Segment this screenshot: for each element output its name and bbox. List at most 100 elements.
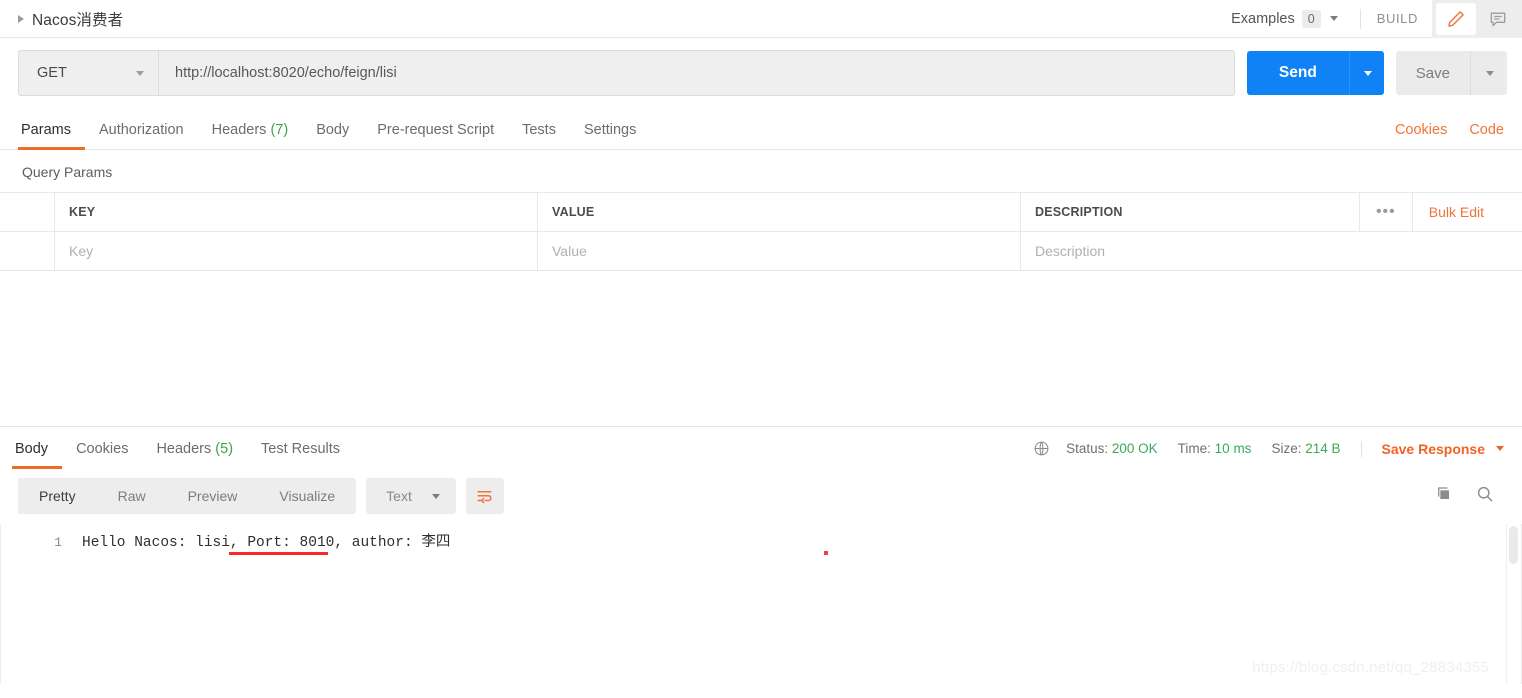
column-header-label: KEY xyxy=(69,205,96,219)
watermark-text: https://blog.csdn.net/qq_28834355 xyxy=(1252,659,1489,676)
annotation-underline xyxy=(229,552,328,555)
chevron-down-icon xyxy=(431,493,440,499)
response-view-switcher: Pretty Raw Preview Visualize xyxy=(18,478,357,514)
comments-button[interactable] xyxy=(1478,3,1518,35)
examples-dropdown[interactable]: Examples 0 xyxy=(1231,9,1348,28)
param-key-input[interactable]: Key xyxy=(55,232,538,270)
line-number: 1 xyxy=(54,535,62,550)
search-button[interactable] xyxy=(1475,484,1494,508)
save-options-button[interactable] xyxy=(1470,51,1507,95)
url-input[interactable]: http://localhost:8020/echo/feign/lisi xyxy=(159,51,1234,95)
annotation-dot xyxy=(824,551,828,555)
header-divider xyxy=(1359,8,1361,29)
column-header-value: VALUE xyxy=(538,193,1021,231)
tab-count: (7) xyxy=(270,122,289,138)
save-response-button[interactable]: Save Response xyxy=(1360,440,1504,457)
pencil-icon xyxy=(1448,10,1464,27)
response-tab-test-results[interactable]: Test Results xyxy=(247,441,354,468)
param-value-input[interactable]: Value xyxy=(538,232,1021,270)
tab-label: Settings xyxy=(583,122,637,138)
save-button-group: Save xyxy=(1395,51,1507,95)
more-options-icon[interactable]: ••• xyxy=(1358,193,1412,231)
response-type-value: Text xyxy=(386,488,412,504)
tab-label: Headers xyxy=(156,441,212,457)
chevron-down-icon xyxy=(1486,70,1494,76)
column-header-label: VALUE xyxy=(552,205,595,219)
cookies-link[interactable]: Cookies xyxy=(1395,122,1447,138)
tab-headers[interactable]: Headers (7) xyxy=(198,122,303,149)
response-body-panel: 1 Hello Nacos: lisi, Port: 8010, author:… xyxy=(0,524,1522,684)
edit-request-button[interactable] xyxy=(1436,2,1476,35)
tab-count: (5) xyxy=(215,441,234,457)
size-label: Size: xyxy=(1271,441,1302,456)
code-line: 1 Hello Nacos: lisi, Port: 8010, author:… xyxy=(0,530,1521,551)
response-type-select[interactable]: Text xyxy=(366,478,456,514)
time-value: 10 ms xyxy=(1214,441,1252,456)
tab-pre-request-script[interactable]: Pre-request Script xyxy=(363,122,508,149)
tab-label: Pre-request Script xyxy=(377,122,495,138)
tab-params[interactable]: Params xyxy=(18,122,85,150)
copy-button[interactable] xyxy=(1434,484,1453,508)
query-params-table: KEY VALUE DESCRIPTION ••• Bulk Edit Key … xyxy=(0,192,1522,271)
bulk-edit-button[interactable]: Bulk Edit xyxy=(1411,193,1508,231)
param-description-input[interactable]: Description xyxy=(1021,232,1522,270)
chevron-down-icon xyxy=(1496,446,1504,451)
row-select-checkbox[interactable] xyxy=(0,232,55,270)
expand-triangle-icon[interactable] xyxy=(18,14,24,23)
url-bar: GET http://localhost:8020/echo/feign/lis… xyxy=(0,38,1522,109)
response-tools xyxy=(1434,484,1504,508)
tab-label: Cookies xyxy=(76,441,129,457)
header-icon-group xyxy=(1432,0,1522,38)
view-visualize-button[interactable]: Visualize xyxy=(258,478,356,514)
query-params-title: Query Params xyxy=(22,164,113,180)
send-button[interactable]: Send xyxy=(1246,51,1349,95)
time-badge: Time: 10 ms xyxy=(1178,441,1272,456)
tab-label: Tests xyxy=(522,122,556,138)
send-options-button[interactable] xyxy=(1348,51,1384,95)
size-value: 214 B xyxy=(1305,441,1341,456)
tab-label: Test Results xyxy=(261,441,341,457)
comment-icon xyxy=(1490,12,1506,26)
param-value-placeholder: Value xyxy=(552,243,587,259)
tab-body[interactable]: Body xyxy=(302,122,363,149)
response-tab-body[interactable]: Body xyxy=(12,441,63,469)
param-description-placeholder: Description xyxy=(1035,243,1106,259)
time-label: Time: xyxy=(1177,441,1211,456)
tab-authorization[interactable]: Authorization xyxy=(85,122,198,149)
response-format-bar: Pretty Raw Preview Visualize Text xyxy=(0,468,1522,524)
chevron-down-icon[interactable] xyxy=(136,70,144,76)
chevron-down-icon[interactable] xyxy=(1329,16,1338,21)
response-tab-headers[interactable]: Headers (5) xyxy=(142,441,247,468)
scrollbar-thumb[interactable] xyxy=(1509,526,1518,564)
view-pretty-button[interactable]: Pretty xyxy=(18,478,97,514)
chevron-down-icon xyxy=(1363,70,1372,76)
response-body-scrollbar[interactable] xyxy=(1506,524,1521,684)
word-wrap-icon xyxy=(477,490,492,503)
status-label: Status: xyxy=(1066,441,1109,456)
tab-label: Headers xyxy=(211,122,267,138)
url-input-value: http://localhost:8020/echo/feign/lisi xyxy=(175,65,397,81)
column-header-label: DESCRIPTION xyxy=(1035,205,1123,219)
view-preview-button[interactable]: Preview xyxy=(167,478,259,514)
tab-settings[interactable]: Settings xyxy=(570,122,650,149)
response-body-text: Hello Nacos: lisi, Port: 8010, author: 李… xyxy=(82,535,451,551)
param-key-placeholder: Key xyxy=(69,243,94,259)
save-response-label: Save Response xyxy=(1381,440,1486,457)
view-raw-button[interactable]: Raw xyxy=(97,478,167,514)
tab-tests[interactable]: Tests xyxy=(508,122,570,149)
globe-icon xyxy=(1034,441,1049,456)
http-method-select[interactable]: GET xyxy=(19,51,159,95)
response-body-code[interactable]: 1 Hello Nacos: lisi, Port: 8010, author:… xyxy=(0,524,1521,670)
network-status-button[interactable] xyxy=(1033,440,1050,457)
response-tab-cookies[interactable]: Cookies xyxy=(62,441,142,468)
search-icon xyxy=(1477,486,1493,502)
tab-label: Params xyxy=(21,122,71,138)
save-button[interactable]: Save xyxy=(1396,51,1470,95)
request-tab-links: Cookies Code xyxy=(1395,122,1504,149)
word-wrap-button[interactable] xyxy=(465,478,504,514)
request-tab-bar: Params Authorization Headers (7) Body Pr… xyxy=(0,109,1522,150)
code-link[interactable]: Code xyxy=(1469,122,1504,138)
breadcrumb[interactable]: Nacos消费者 xyxy=(10,8,123,30)
response-meta: Status: 200 OK Time: 10 ms Size: 214 B S… xyxy=(1033,440,1504,468)
send-button-group: Send xyxy=(1246,51,1384,95)
